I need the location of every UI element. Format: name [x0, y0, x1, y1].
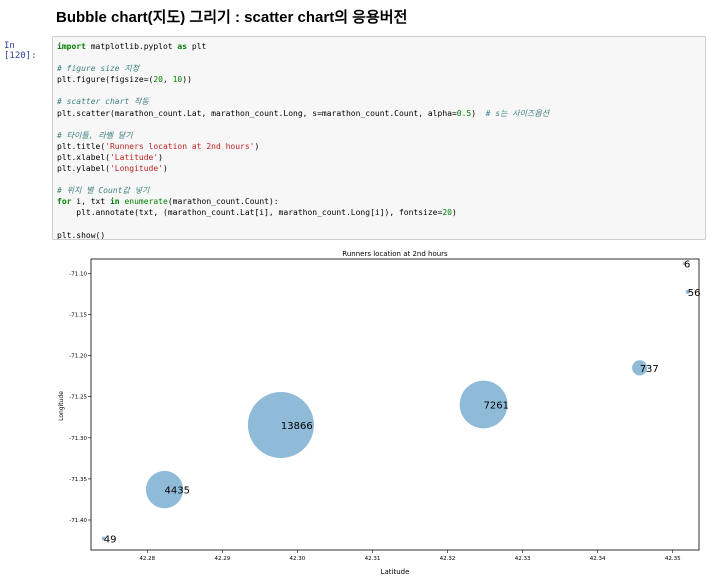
code-token: ): [254, 141, 260, 151]
code-line: for i, txt in enumerate(marathon_count.C…: [57, 196, 701, 207]
y-tick-label: -71.10: [69, 271, 87, 277]
code-token: 'Latitude': [109, 152, 159, 162]
y-tick-label: -71.35: [69, 477, 87, 483]
y-tick-label: -71.15: [69, 312, 87, 318]
code-line: plt.scatter(marathon_count.Lat, marathon…: [57, 108, 701, 119]
code-token: i, txt: [71, 197, 110, 207]
code-line: import matplotlib.pyplot as plt: [57, 41, 701, 52]
code-token: ,: [162, 75, 173, 85]
code-token: import: [57, 42, 86, 51]
code-token: plt.scatter(marathon_count.Lat, marathon…: [57, 108, 457, 118]
code-token: plt.show(): [57, 230, 106, 240]
y-tick-label: -71.40: [69, 518, 87, 524]
code-token: for: [57, 197, 72, 207]
y-tick-label: -71.20: [69, 354, 87, 360]
code-token: ): [162, 164, 168, 174]
code-line: # 위치 별 Count값 넣기: [57, 185, 701, 196]
x-tick-label: 42.33: [515, 556, 531, 562]
code-line: plt.ylabel('Longitude'): [57, 163, 701, 174]
code-token: 20: [153, 75, 163, 85]
code-token: 'Runners location at 2nd hours': [105, 141, 255, 151]
code-line: plt.xlabel('Latitude'): [57, 152, 701, 163]
code-token: enumerate: [124, 197, 168, 207]
code-token: ): [158, 152, 163, 162]
code-token: 20: [442, 208, 452, 218]
code-token: ): [451, 208, 457, 218]
cell-output: Runners location at 2nd hours Latitude L…: [56, 246, 714, 583]
code-line: plt.title('Runners location at 2nd hours…: [57, 141, 701, 152]
code-token: matplotlib.pyplot: [85, 42, 178, 51]
x-tick-label: 42.34: [590, 556, 606, 562]
bubble-count-label: 56: [688, 288, 701, 299]
bubble-labels: 49 4435 13866 7261 737 56 6: [104, 260, 701, 546]
x-tick-label: 42.30: [290, 556, 306, 562]
code-token: 0.5: [456, 108, 472, 118]
bubble-count-label: 737: [640, 364, 659, 375]
bubble-count-label: 13866: [281, 421, 313, 432]
bubble-series: [101, 262, 690, 541]
cell-prompt: In [120]:: [4, 41, 37, 61]
code-token: plt: [187, 42, 207, 51]
code-token: plt.ylabel(: [57, 164, 110, 174]
x-tick-label: 42.28: [139, 556, 155, 562]
plot-area: [90, 258, 700, 551]
code-cell-editor[interactable]: import matplotlib.pyplot as plt # figure …: [52, 36, 706, 240]
code-line: # figure size 지정: [57, 63, 701, 74]
code-line: plt.show(): [57, 230, 701, 240]
bubble-count-label: 49: [104, 534, 117, 545]
code-token: 'Longitude': [109, 164, 163, 174]
code-token: # 타이틀, 라벨 달기: [57, 130, 133, 140]
code-token: in: [109, 197, 120, 207]
code-token: ): [471, 108, 486, 118]
code-line: # 타이틀, 라벨 달기: [57, 130, 701, 141]
notebook-heading: Bubble chart(지도) 그리기 : scatter chart의 응용…: [56, 9, 408, 26]
code-token: # scatter chart 작동: [57, 97, 149, 107]
y-tick-label: -71.30: [69, 436, 87, 442]
y-axis-label: Longitude: [58, 391, 65, 421]
bubble-count-label: 7261: [484, 401, 509, 412]
code-token: # figure size 지정: [57, 64, 140, 74]
code-token: 10: [172, 75, 183, 85]
scatter-chart: Runners location at 2nd hours Latitude L…: [58, 250, 701, 576]
code-token: )): [182, 75, 192, 85]
y-tick-label: -71.25: [69, 395, 87, 401]
x-tick-label: 42.32: [440, 556, 456, 562]
code-token: plt.xlabel(: [57, 152, 110, 162]
code-token: as: [177, 42, 188, 51]
code-token: plt.annotate(txt, (marathon_count.Lat[i]…: [57, 208, 443, 218]
x-tick-label: 42.31: [365, 556, 381, 562]
code-token: # 위치 별 Count값 넣기: [57, 186, 150, 196]
x-tick-label: 42.29: [214, 556, 230, 562]
code-line: # scatter chart 작동: [57, 96, 701, 107]
code-token: (marathon_count.Count):: [167, 197, 279, 207]
code-token: plt.title(: [57, 141, 106, 151]
x-axis-ticks: 42.28 42.29 42.30 42.31 42.32 42.33 42.34 42.35: [139, 550, 681, 562]
code-line: plt.figure(figsize=(20, 10)): [57, 74, 701, 85]
y-axis-ticks: -71.10 -71.15 -71.20 -71.25 -71.30 -71.35 -71.…: [69, 271, 91, 524]
code-line: plt.annotate(txt, (marathon_count.Lat[i]…: [57, 207, 701, 218]
x-axis-label: Latitude: [381, 568, 410, 576]
code-token: plt.figure(figsize=(: [57, 75, 154, 85]
chart-title: Runners location at 2nd hours: [342, 250, 448, 258]
bubble-count-label: 6: [684, 260, 690, 271]
x-tick-label: 42.35: [665, 556, 681, 562]
bubble-count-label: 4435: [165, 486, 190, 497]
code-token: # s는 사이즈옵션: [485, 108, 550, 118]
